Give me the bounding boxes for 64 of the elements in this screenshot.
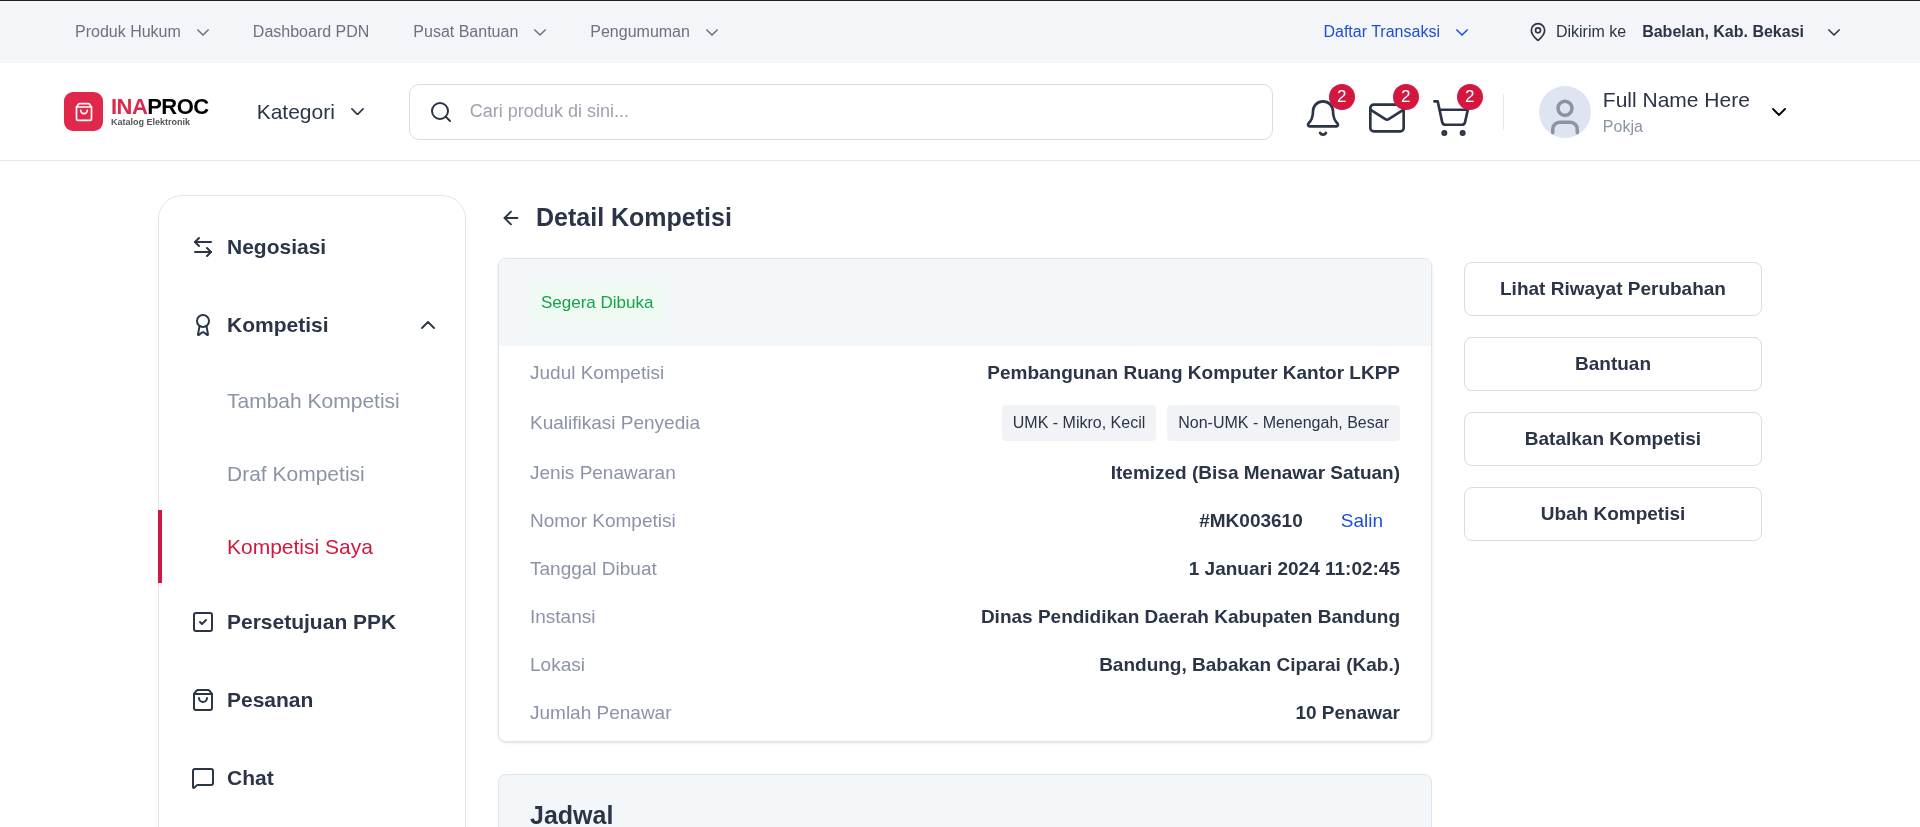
field-value: 10 Penawar: [1295, 700, 1400, 725]
field-label: Judul Kompetisi: [530, 360, 665, 385]
field-value: #MK003610: [1199, 508, 1303, 533]
sidebar-item[interactable]: Negosiasi: [159, 208, 465, 286]
arrows-exchange-icon: [191, 235, 215, 259]
checkbox-icon: [191, 610, 215, 634]
sidebar-item[interactable]: Chat: [159, 739, 465, 817]
logo-text: INAPROC: [111, 96, 209, 118]
field-label: Jenis Penawaran: [530, 460, 676, 485]
count-badge: 2: [1456, 83, 1483, 110]
top-nav-link[interactable]: Produk Hukum: [75, 20, 209, 44]
logo-subtitle: Katalog Elektronik: [111, 118, 192, 127]
chevron-down-icon: [196, 28, 209, 36]
delivery-label: Dikirim ke: [1555, 22, 1627, 42]
top-nav-link[interactable]: Pengumuman: [590, 20, 718, 44]
sidebar-subitem[interactable]: Kompetisi Saya: [227, 530, 373, 563]
action-button[interactable]: Ubah Kompetisi: [1464, 487, 1762, 541]
field-label: Kualifikasi Penyedia: [530, 410, 701, 435]
cart-icon-button[interactable]: 2: [1430, 83, 1483, 140]
search-icon: [428, 99, 453, 124]
field-label: Instansi: [530, 604, 596, 629]
logo[interactable]: INAPROC Katalog Elektronik: [64, 92, 209, 131]
count-badge: 2: [1392, 83, 1419, 110]
chevron-up-icon: [421, 321, 435, 329]
status-badge: Segera Dibuka: [530, 283, 665, 322]
bell-icon-button[interactable]: 2: [1302, 83, 1355, 140]
sidebar-item[interactable]: Kompetisi: [159, 286, 465, 364]
shopping-bag-logo-icon: [64, 92, 103, 131]
user-menu[interactable]: Full Name Here Pokja: [1538, 83, 1786, 140]
page-title: Detail Kompetisi: [536, 202, 732, 234]
shopping-bag-icon: [191, 688, 215, 712]
chevron-down-icon: [1455, 28, 1468, 36]
chevron-down-icon: [1828, 28, 1840, 36]
action-button[interactable]: Batalkan Kompetisi: [1464, 412, 1762, 466]
sidebar-item[interactable]: Pesanan: [159, 661, 465, 739]
field-value: Itemized (Bisa Menawar Satuan): [1110, 460, 1400, 485]
field-value: Dinas Pendidikan Daerah Kabupaten Bandung: [980, 604, 1400, 629]
qualification-tag: Non-UMK - Menengah, Besar: [1167, 405, 1400, 441]
chevron-down-icon: [705, 28, 718, 36]
field-label: Jumlah Penawar: [530, 700, 672, 725]
location-selector[interactable]: Babelan, Kab. Bekasi: [1642, 20, 1840, 44]
action-button[interactable]: Bantuan: [1464, 337, 1762, 391]
top-nav-link[interactable]: Dashboard PDN: [252, 20, 370, 44]
transactions-link[interactable]: Daftar Transaksi: [1323, 20, 1468, 44]
category-dropdown[interactable]: Kategori: [256, 95, 364, 128]
count-badge: 2: [1328, 83, 1355, 110]
field-label: Tanggal Dibuat: [530, 556, 657, 581]
copy-link[interactable]: Salin: [1340, 506, 1383, 536]
chevron-down-icon: [534, 28, 547, 36]
qualification-tag: UMK - Mikro, Kecil: [1001, 405, 1157, 441]
field-label: Nomor Kompetisi: [530, 508, 676, 533]
schedule-title: Jadwal: [530, 800, 615, 827]
action-button[interactable]: Lihat Riwayat Perubahan: [1464, 262, 1762, 316]
field-value: Pembangunan Ruang Komputer Kantor LKPP: [987, 360, 1400, 385]
field-value: 1 Januari 2024 11:02:45: [1188, 556, 1400, 581]
mail-icon-button[interactable]: 2: [1366, 83, 1419, 140]
field-label: Lokasi: [530, 652, 585, 677]
field-value: Bandung, Babakan Ciparai (Kab.): [1099, 652, 1400, 677]
sidebar-item[interactable]: Persetujuan PPK: [159, 583, 465, 661]
search-field[interactable]: Cari produk di sini...: [408, 83, 1273, 140]
chat-bubble-icon: [191, 766, 215, 790]
top-nav-link[interactable]: Pusat Bantuan: [413, 20, 547, 44]
chevron-down-icon: [1771, 107, 1786, 116]
chevron-down-icon: [350, 107, 364, 116]
